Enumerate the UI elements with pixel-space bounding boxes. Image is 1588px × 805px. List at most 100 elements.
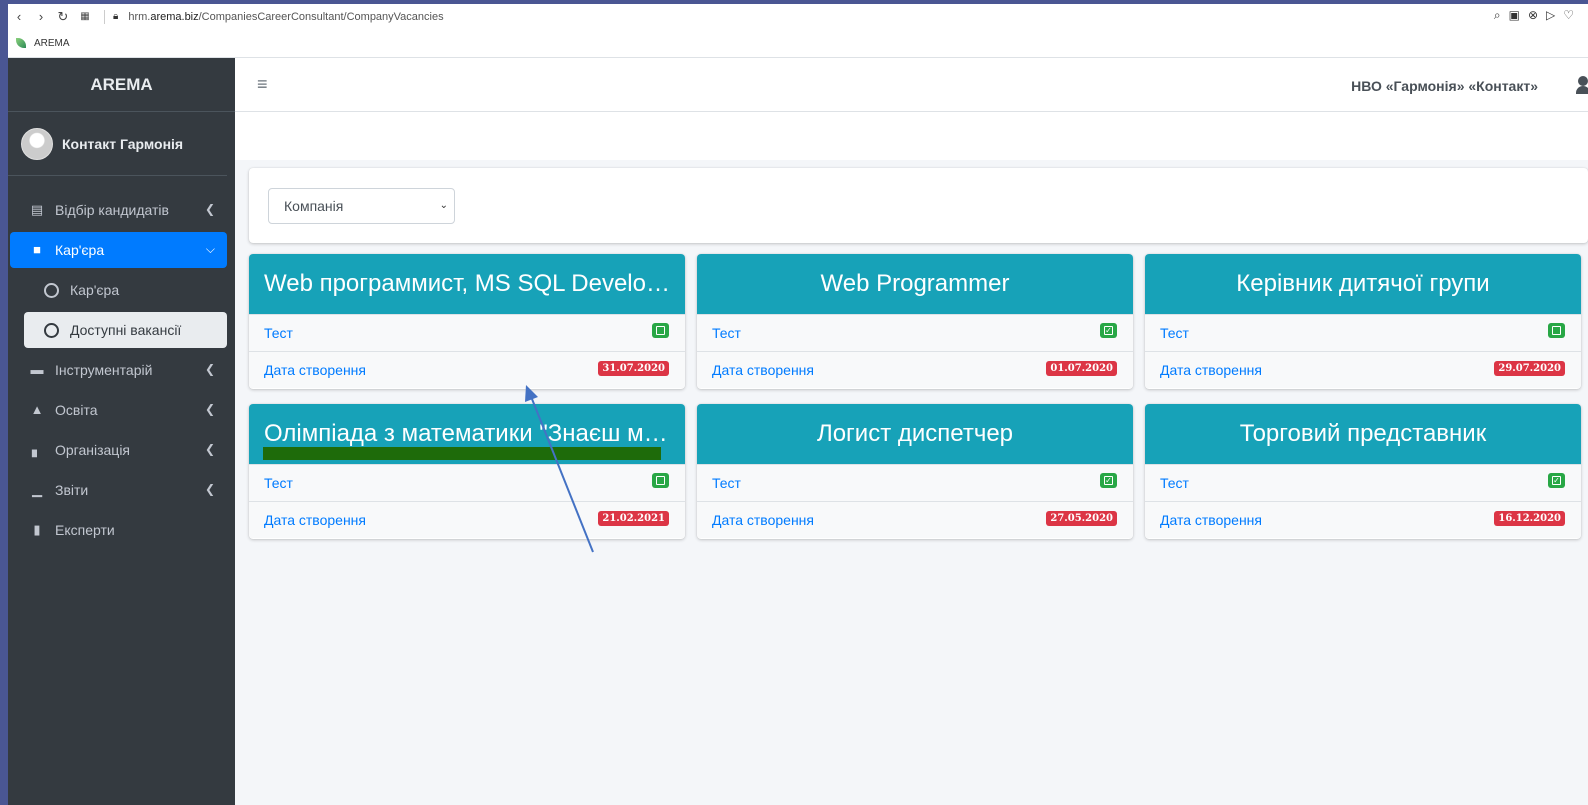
briefcase-icon: ■ xyxy=(33,242,41,257)
sidebar-item-candidate-selection[interactable]: ▤ Відбір кандидатів ❮ xyxy=(10,192,227,228)
vacancy-card[interactable]: Керівник дитячої групи Тест Дата створен… xyxy=(1145,254,1581,389)
chevron-down-icon: ⌵ xyxy=(205,242,215,256)
date-badge: 01.07.2020 xyxy=(1046,361,1117,376)
company-name[interactable]: НВО «Гармонія» «Контакт» xyxy=(1351,78,1538,94)
url-host: arema.biz xyxy=(150,10,199,23)
bookmark-arema[interactable]: AREMA xyxy=(34,38,70,49)
vacancy-title[interactable]: Web Programmer xyxy=(697,254,1133,314)
checkbox-unchecked-icon xyxy=(652,473,669,488)
leaf-icon xyxy=(16,38,26,48)
vacancy-date-row: Дата створення 27.05.2020 xyxy=(697,501,1133,538)
vacancy-title[interactable]: Логист диспетчер xyxy=(697,404,1133,464)
address-bar[interactable]: hrm.arema.biz/CompaniesCareerConsultant/… xyxy=(128,11,443,23)
chevron-left-icon: ❮ xyxy=(204,362,215,376)
id-badge-icon: ▮ xyxy=(33,522,41,537)
sidebar-item-label: Звіти xyxy=(55,482,89,498)
sidebar-subitem-available-vacancies[interactable]: Доступні вакансії xyxy=(24,312,227,348)
date-created-label[interactable]: Дата створення xyxy=(1160,362,1262,378)
bookmarks-bar: AREMA xyxy=(8,29,1588,58)
sidebar-item-organization[interactable]: ▖ Організація ❮ xyxy=(10,432,227,468)
vacancy-card[interactable]: Олімпіада з математики "Знаєш математику… xyxy=(249,404,685,539)
vacancy-title[interactable]: Торговий представник xyxy=(1145,404,1581,464)
vacancy-card[interactable]: Web программист, MS SQL Developer Тест Д… xyxy=(249,254,685,389)
lock-icon[interactable]: 🔒︎ xyxy=(113,11,118,22)
top-navbar: ≡ НВО «Гармонія» «Контакт» xyxy=(235,58,1588,112)
sidebar-item-label: Кар'єра xyxy=(70,282,120,298)
zoom-icon[interactable]: ⌕ xyxy=(1494,8,1501,23)
industry-icon: ▖ xyxy=(32,442,42,457)
vacancy-card[interactable]: Торговий представник Тест ✓ Дата створен… xyxy=(1145,404,1581,539)
chevron-left-icon: ❮ xyxy=(204,202,215,216)
camera-icon[interactable]: ▣ xyxy=(1509,8,1520,23)
vacancy-test-row: Тест ✓ xyxy=(1145,464,1581,501)
browser-actions: ⌕ ▣ ⊗ ▷ ♡ xyxy=(1494,8,1574,23)
vacancy-title-text: Web программист, MS SQL Developer xyxy=(264,270,670,297)
date-created-label[interactable]: Дата створення xyxy=(712,362,814,378)
checkbox-checked-icon: ✓ xyxy=(1100,323,1117,338)
avatar xyxy=(21,127,53,160)
vacancy-test-row: Тест ✓ xyxy=(697,314,1133,351)
sidebar-subitem-career[interactable]: Кар'єра xyxy=(24,272,227,308)
company-select[interactable]: Компанія ⌄ xyxy=(268,188,455,224)
test-link[interactable]: Тест xyxy=(712,325,741,341)
vacancy-title-text: Web Programmer xyxy=(820,270,1010,297)
shield-icon[interactable]: ⊗ xyxy=(1528,8,1538,23)
tabs-grid-icon[interactable]: ▦ xyxy=(74,11,96,22)
brand-logo[interactable]: AREMA xyxy=(8,58,235,112)
sidebar-item-education[interactable]: ▲ Освіта ❮ xyxy=(10,392,227,428)
sidebar-item-experts[interactable]: ▮ Експерти xyxy=(10,512,227,548)
date-created-label[interactable]: Дата створення xyxy=(1160,512,1262,528)
sidebar-item-label: Організація xyxy=(55,442,131,458)
sidebar-item-label: Відбір кандидатів xyxy=(55,202,169,218)
vacancy-title-text: Керівник дитячої групи xyxy=(1236,270,1490,297)
heart-icon[interactable]: ♡ xyxy=(1563,8,1574,23)
checkbox-unchecked-icon xyxy=(1548,323,1565,338)
user-panel: Контакт Гармонія xyxy=(8,112,227,176)
date-created-label[interactable]: Дата створення xyxy=(264,512,366,528)
vacancy-title-text: Логист диспетчер xyxy=(816,420,1014,447)
checkbox-unchecked-icon xyxy=(652,323,669,338)
sidebar-item-label: Освіта xyxy=(55,402,98,418)
reload-icon[interactable]: ↻ xyxy=(52,9,74,25)
url-path: /CompaniesCareerConsultant/CompanyVacanc… xyxy=(198,10,444,23)
date-created-label[interactable]: Дата створення xyxy=(712,512,814,528)
vacancy-title[interactable]: Керівник дитячої групи xyxy=(1145,254,1581,314)
vacancy-title[interactable]: Web программист, MS SQL Developer xyxy=(249,254,685,314)
date-badge: 29.07.2020 xyxy=(1494,361,1565,376)
vacancy-date-row: Дата створення 21.02.2021 xyxy=(249,501,685,538)
date-badge: 16.12.2020 xyxy=(1494,511,1565,526)
address-card-icon: ▤ xyxy=(30,202,44,217)
sidebar-item-label: Експерти xyxy=(55,522,115,538)
checkbox-checked-icon: ✓ xyxy=(1100,473,1117,488)
toolbox-icon: ▬ xyxy=(30,362,44,377)
sidebar-item-label: Інструментарій xyxy=(55,362,153,378)
forward-icon[interactable]: › xyxy=(30,9,52,24)
date-badge: 31.07.2020 xyxy=(598,361,669,376)
sidebar-item-career[interactable]: ■ Кар'єра ⌵ xyxy=(10,232,227,268)
user-icon[interactable] xyxy=(1576,76,1588,94)
sidebar-item-tools[interactable]: ▬ Інструментарій ❮ xyxy=(10,352,227,388)
test-link[interactable]: Тест xyxy=(264,475,293,491)
vacancy-title-text: Олімпіада з математики "Знаєш математику… xyxy=(264,420,670,447)
sidebar-item-reports[interactable]: ▁ Звіти ❮ xyxy=(10,472,227,508)
test-link[interactable]: Тест xyxy=(1160,325,1189,341)
sidebar-item-label: Кар'єра xyxy=(55,242,105,258)
date-badge: 27.05.2020 xyxy=(1046,511,1117,526)
chevron-down-icon: ⌄ xyxy=(439,200,448,211)
annotation-highlight xyxy=(263,447,661,460)
vacancy-card[interactable]: Логист диспетчер Тест ✓ Дата створення 2… xyxy=(697,404,1133,539)
chevron-left-icon: ❮ xyxy=(204,442,215,456)
test-link[interactable]: Тест xyxy=(712,475,741,491)
send-icon[interactable]: ▷ xyxy=(1546,8,1555,23)
vacancy-card[interactable]: Web Programmer Тест ✓ Дата створення 01.… xyxy=(697,254,1133,389)
vacancy-test-row: Тест xyxy=(249,314,685,351)
back-icon[interactable]: ‹ xyxy=(8,9,30,24)
sidebar-item-label: Доступні вакансії xyxy=(70,322,182,338)
user-name[interactable]: Контакт Гармонія xyxy=(62,136,183,152)
test-link[interactable]: Тест xyxy=(264,325,293,341)
test-link[interactable]: Тест xyxy=(1160,475,1189,491)
hamburger-menu-icon[interactable]: ≡ xyxy=(257,74,268,95)
chevron-left-icon: ❮ xyxy=(204,482,215,496)
date-created-label[interactable]: Дата створення xyxy=(264,362,366,378)
date-badge: 21.02.2021 xyxy=(598,511,669,526)
